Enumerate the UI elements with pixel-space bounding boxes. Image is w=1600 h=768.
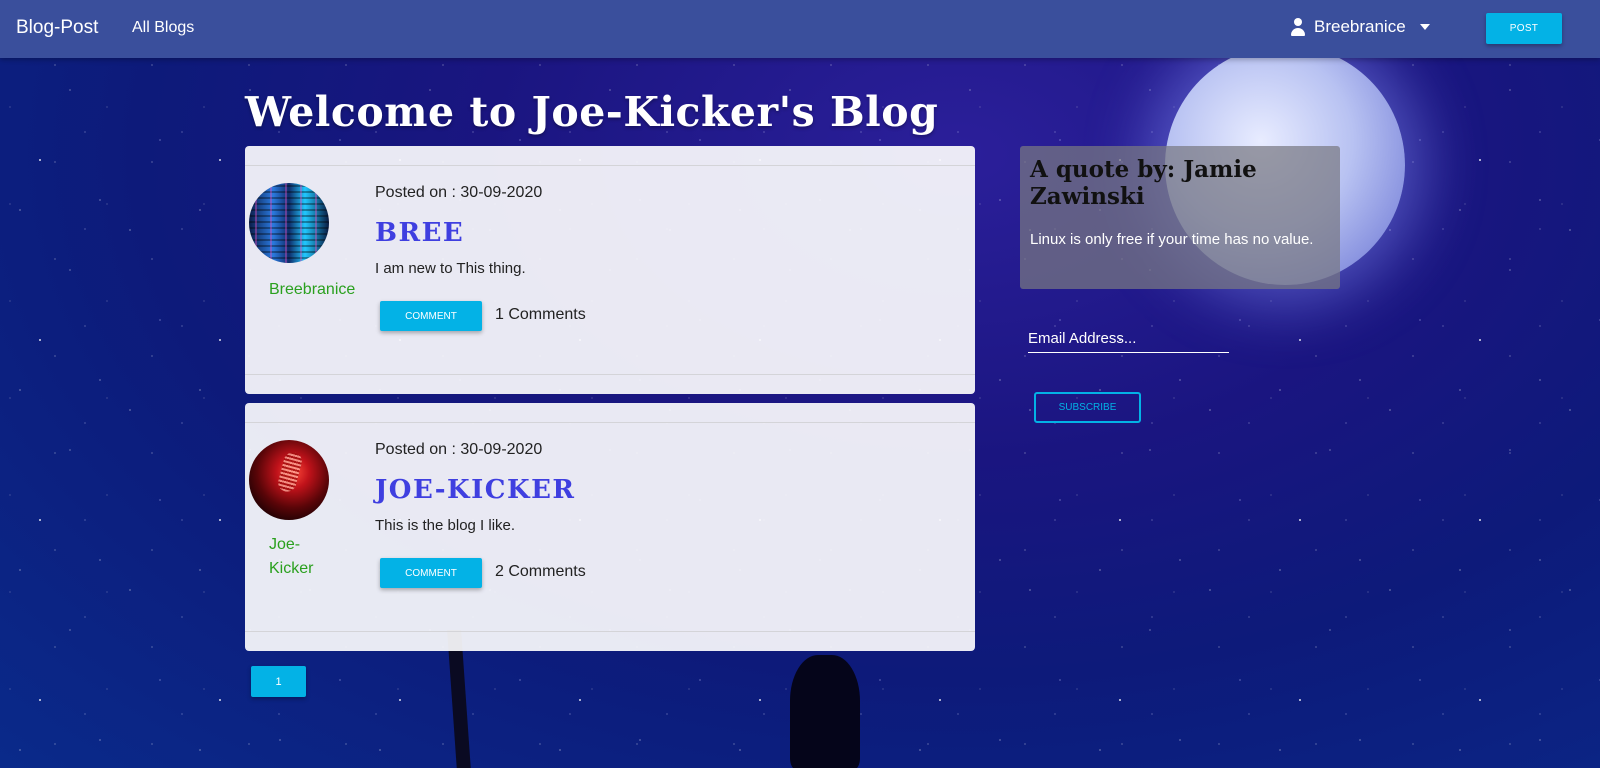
wolf-silhouette — [790, 655, 860, 768]
pagination-page-button[interactable]: 1 — [251, 666, 306, 697]
divider — [245, 374, 975, 375]
post-title-link[interactable]: JOE-KICKER — [375, 475, 576, 505]
post-button[interactable]: POST — [1486, 13, 1562, 44]
top-navbar: Blog-Post All Blogs Breebranice POST — [0, 0, 1600, 58]
post-date: Posted on : 30-09-2020 — [375, 184, 543, 201]
author-link[interactable]: Joe- Kicker — [269, 533, 379, 581]
username-label: Breebranice — [1314, 17, 1406, 36]
subscribe-button[interactable]: SUBSCRIBE — [1034, 392, 1141, 423]
brand-link[interactable]: Blog-Post — [16, 17, 98, 39]
quote-card: A quote by: Jamie Zawinski Linux is only… — [1020, 146, 1340, 289]
all-blogs-link[interactable]: All Blogs — [132, 19, 194, 37]
post-title-link[interactable]: BREE — [375, 218, 464, 248]
post-card: Joe- Kicker Posted on : 30-09-2020 JOE-K… — [245, 403, 975, 651]
comment-button[interactable]: COMMENT — [380, 558, 482, 588]
page-title: Welcome to Joe-Kicker's Blog — [245, 88, 939, 136]
post-body: This is the blog I like. — [375, 517, 516, 534]
post-date: Posted on : 30-09-2020 — [375, 441, 543, 458]
quote-title: A quote by: Jamie Zawinski — [1030, 156, 1257, 210]
caret-down-icon — [1419, 24, 1430, 30]
email-field[interactable] — [1028, 325, 1229, 353]
divider — [245, 422, 975, 423]
author-avatar — [249, 183, 329, 263]
quote-text: Linux is only free if your time has no v… — [1030, 231, 1314, 248]
post-card: Breebranice Posted on : 30-09-2020 BREE … — [245, 146, 975, 394]
divider — [245, 631, 975, 632]
divider — [245, 165, 975, 166]
comment-count: 1 Comments — [495, 306, 586, 323]
author-avatar — [249, 440, 329, 520]
post-body: I am new to This thing. — [375, 260, 526, 277]
comment-button[interactable]: COMMENT — [380, 301, 482, 331]
user-dropdown[interactable]: Breebranice — [1290, 15, 1430, 39]
user-icon — [1290, 18, 1306, 36]
comment-count: 2 Comments — [495, 563, 586, 580]
author-link[interactable]: Breebranice — [269, 278, 379, 302]
